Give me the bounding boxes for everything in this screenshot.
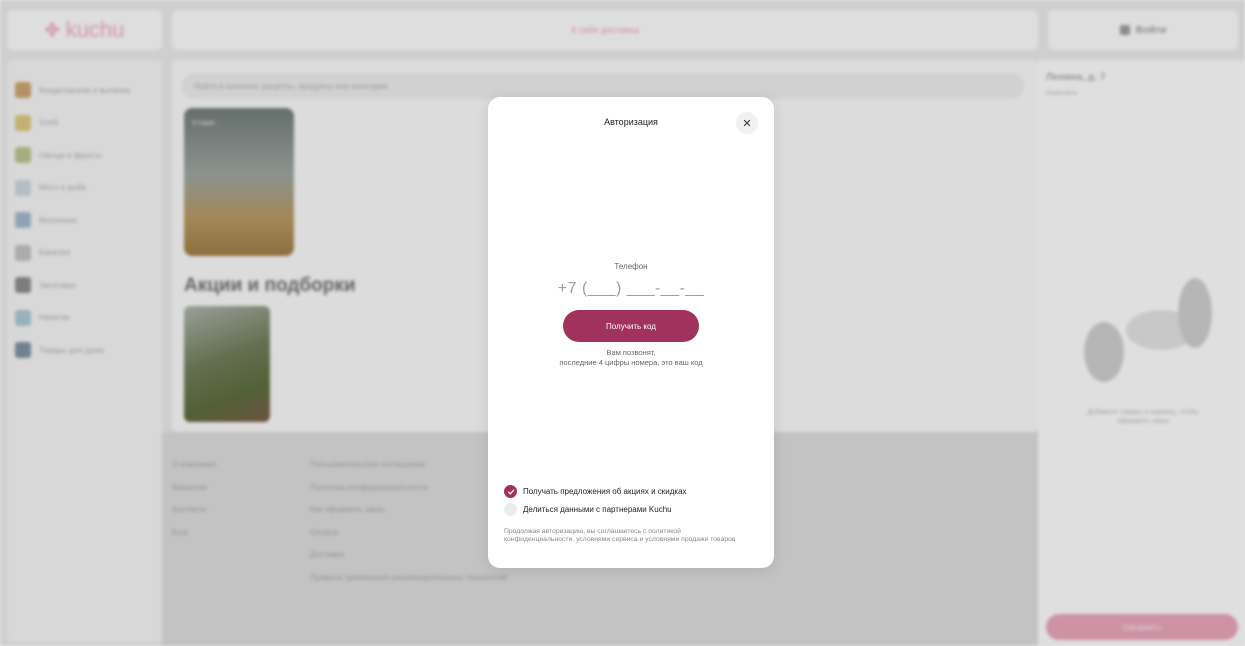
promo-checkbox[interactable] (504, 485, 517, 498)
checkmark-icon (507, 489, 514, 494)
close-icon: ✕ (742, 117, 752, 130)
promo-checkbox-label: Получать предложения об акциях и скидках (523, 487, 687, 496)
modal-title: Авторизация (604, 117, 658, 127)
share-checkbox[interactable] (504, 503, 517, 516)
call-hint-line1: Вам позвонят, (606, 348, 656, 357)
call-hint-line2: последние 4 цифры номера, это ваш код (559, 358, 703, 367)
promo-checkbox-row[interactable]: Получать предложения об акциях и скидках (504, 485, 687, 498)
share-checkbox-row[interactable]: Делиться данными с партнерами Kuchu (504, 503, 672, 516)
auth-modal: Авторизация ✕ Телефон Получить код Вам п… (488, 97, 774, 568)
call-hint: Вам позвонят, последние 4 цифры номера, … (488, 348, 774, 368)
legal-text: Продолжая авторизацию, вы соглашаетесь с… (504, 528, 736, 543)
phone-label: Телефон (614, 262, 648, 271)
close-button[interactable]: ✕ (736, 112, 758, 134)
phone-input[interactable] (531, 277, 731, 301)
get-code-button[interactable]: Получить код (563, 310, 699, 342)
share-checkbox-label: Делиться данными с партнерами Kuchu (523, 505, 672, 514)
